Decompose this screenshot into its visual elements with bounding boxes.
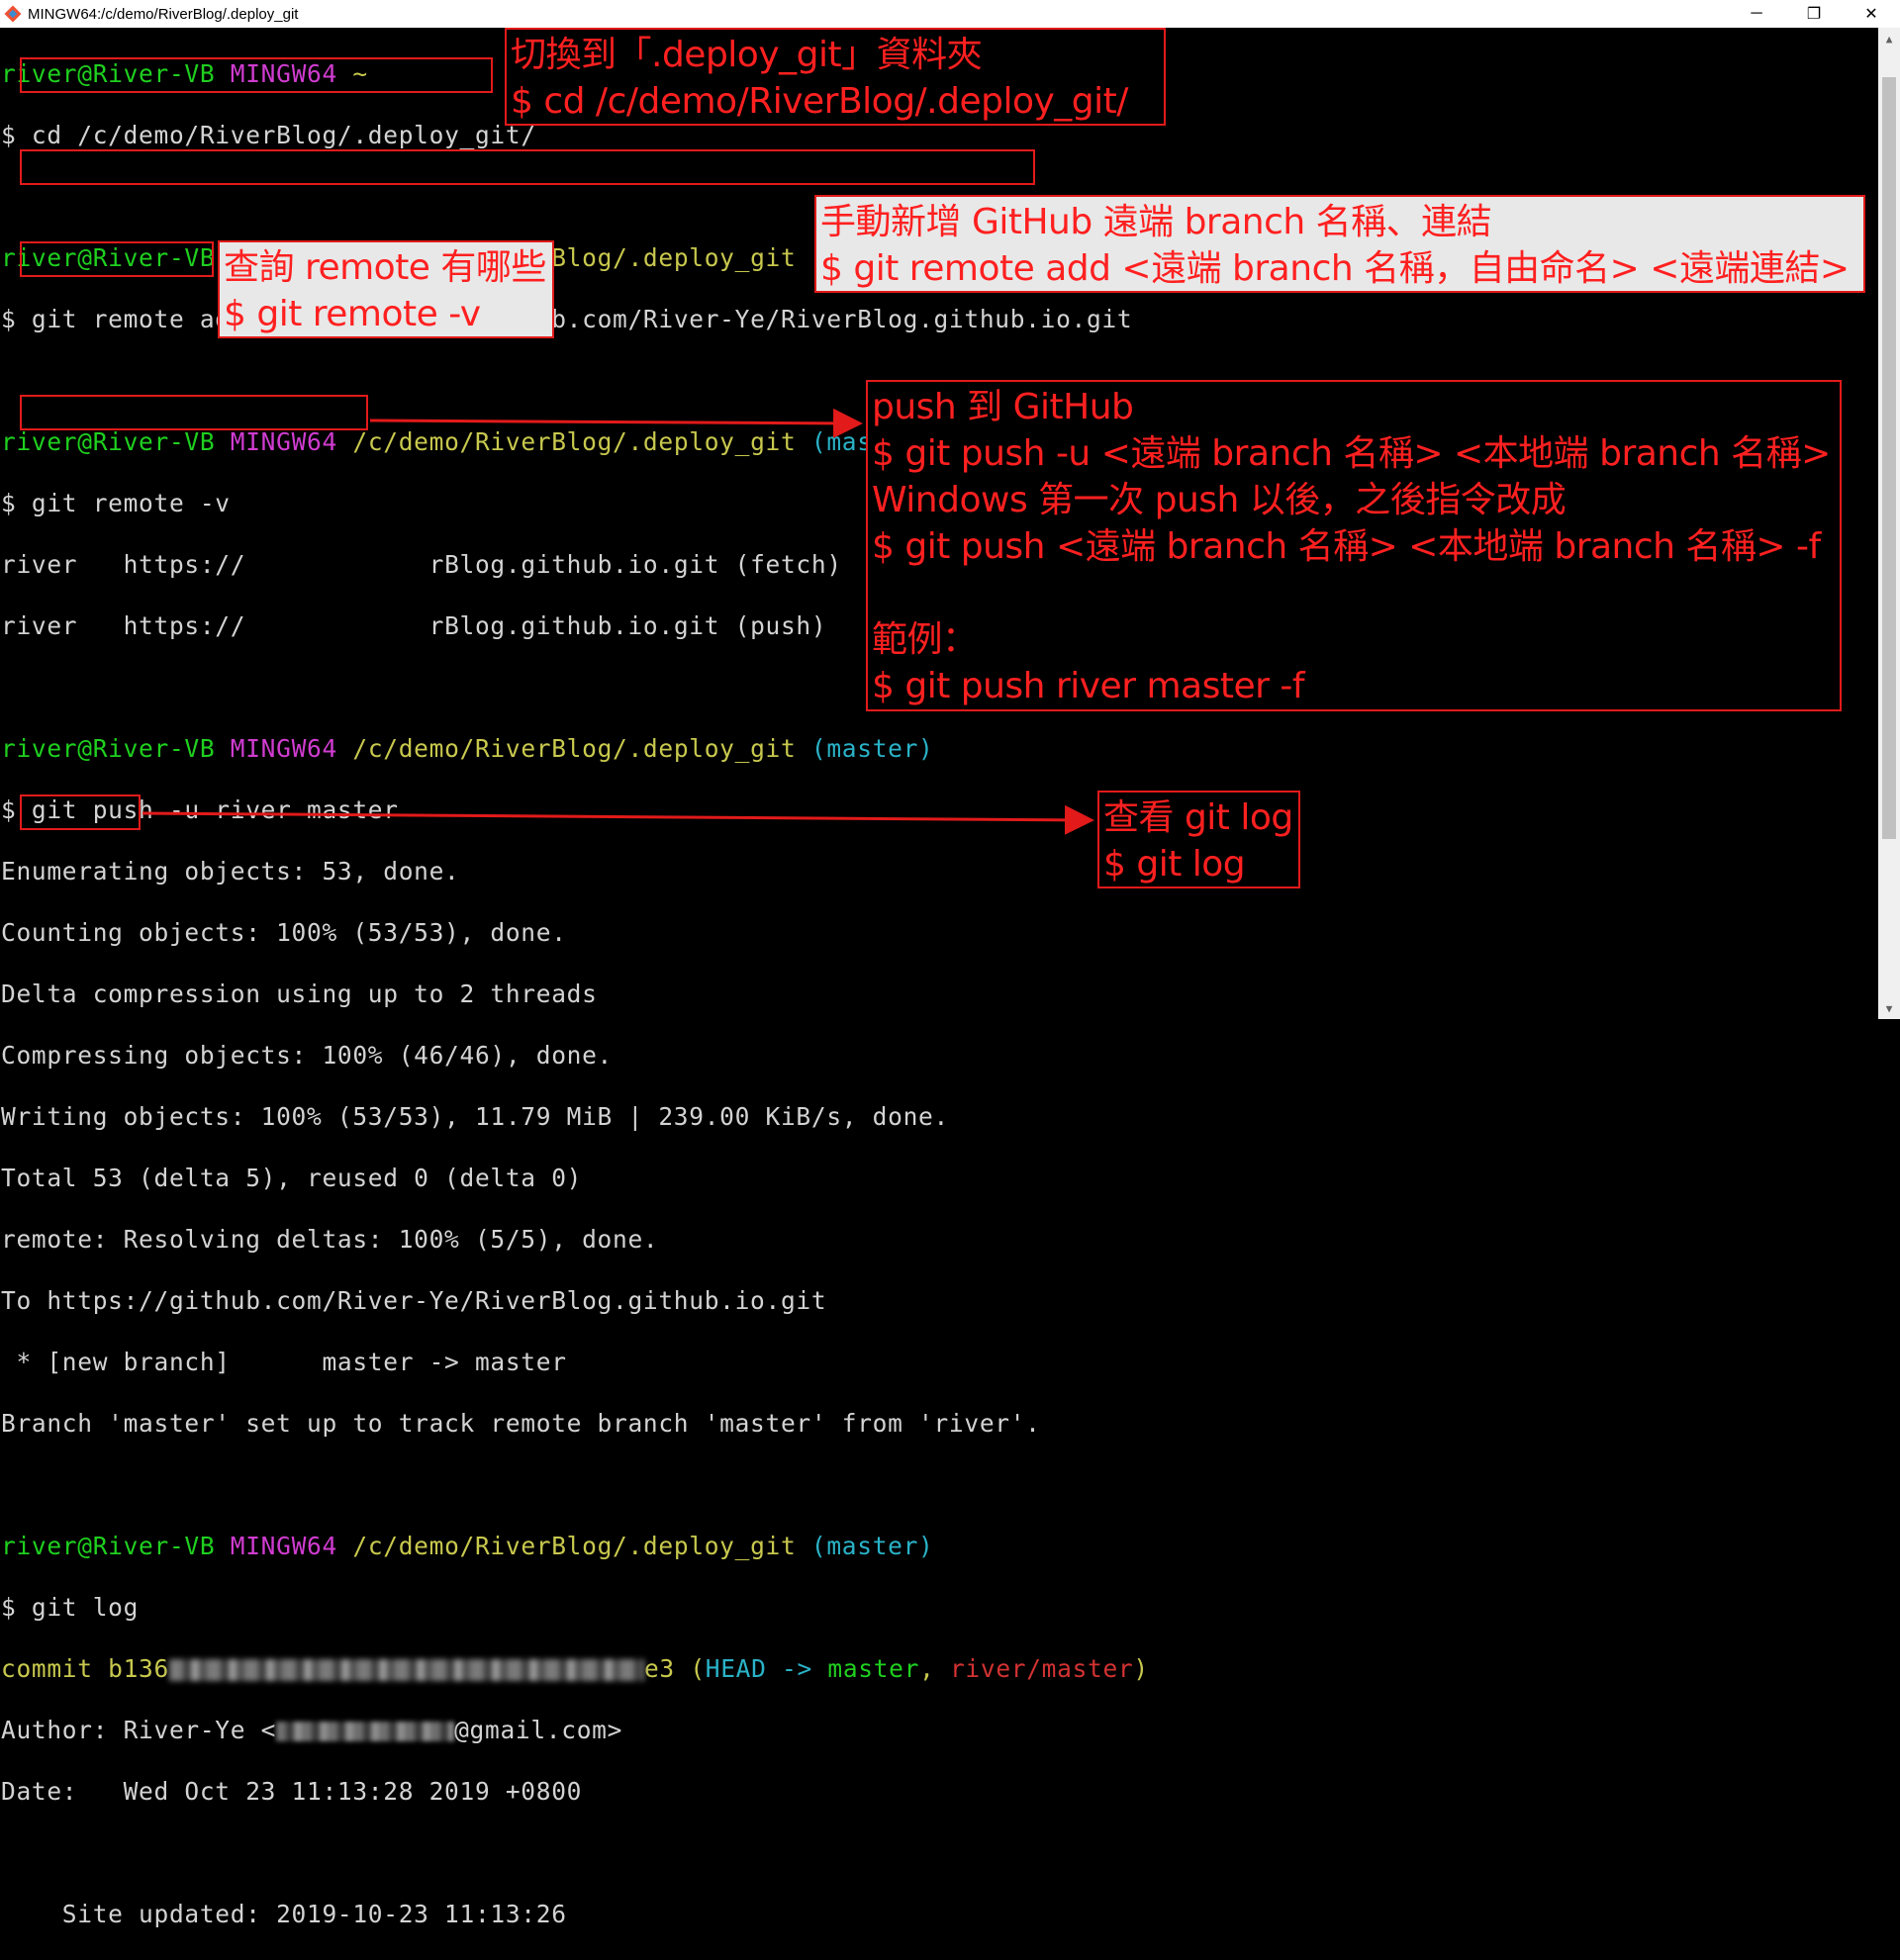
command-line: $ git push -u river master	[1, 795, 399, 824]
highlight-push	[20, 395, 368, 430]
commit-line: commit b136 e3 (HEAD -> master, river/mas…	[1, 1654, 1149, 1683]
highlight-remote-v	[20, 241, 214, 277]
prompt-line: river@River-VB MINGW64 /c/demo/RiverBlog…	[1, 734, 934, 763]
scroll-down-icon[interactable]: ▼	[1878, 997, 1900, 1019]
output-line: remote: Resolving deltas: 100% (5/5), do…	[1, 1225, 659, 1254]
scroll-up-icon[interactable]: ▲	[1878, 28, 1900, 49]
highlight-remote-add	[20, 149, 1035, 185]
maximize-button[interactable]: ❐	[1785, 0, 1843, 28]
output-line: Enumerating objects: 53, done.	[1, 857, 460, 886]
window-title: MINGW64:/c/demo/RiverBlog/.deploy_git	[28, 5, 299, 23]
window-titlebar: MINGW64:/c/demo/RiverBlog/.deploy_git ─ …	[0, 0, 1900, 28]
highlight-log	[20, 794, 141, 830]
redacted-email	[276, 1722, 455, 1741]
annotation-cd: 切換到「.deploy_git」資料夾 $ cd /c/demo/RiverBl…	[505, 28, 1166, 126]
redacted-hash	[168, 1659, 644, 1681]
date-line: Date: Wed Oct 23 11:13:28 2019 +0800	[1, 1777, 583, 1806]
close-button[interactable]: ✕	[1843, 0, 1900, 28]
scrollbar-thumb[interactable]	[1882, 77, 1896, 839]
command-line: $ git log	[1, 1593, 140, 1622]
output-line: Counting objects: 100% (53/53), done.	[1, 918, 567, 947]
cmd-log: git log	[31, 1593, 140, 1622]
output-line: To https://github.com/River-Ye/RiverBlog…	[1, 1286, 827, 1315]
prompt-line: river@River-VB MINGW64 /c/demo/RiverBlog…	[1, 1532, 934, 1560]
output-line: Branch 'master' set up to track remote b…	[1, 1409, 1041, 1438]
annotation-log: 查看 git log $ git log	[1097, 791, 1300, 888]
cmd-remote-add: git remote add river https://github.com/…	[31, 305, 1133, 333]
output-line: Total 53 (delta 5), reused 0 (delta 0)	[1, 1164, 583, 1192]
vertical-scrollbar[interactable]: ▲ ▼	[1878, 28, 1900, 1019]
annotation-push: push 到 GitHub $ git push -u <遠端 branch 名…	[866, 380, 1842, 711]
author-line: Author: River-Ye < @gmail.com>	[1, 1716, 623, 1744]
minimize-button[interactable]: ─	[1728, 0, 1785, 28]
annotation-remote-add: 手動新增 GitHub 遠端 branch 名稱、連結 $ git remote…	[814, 195, 1865, 293]
highlight-cd	[20, 57, 493, 93]
cmd-remote-v: git remote -v	[31, 489, 231, 517]
git-bash-icon	[4, 5, 22, 23]
annotation-remote-v: 查詢 remote 有哪些 $ git remote -v	[218, 240, 554, 338]
output-line: Writing objects: 100% (53/53), 11.79 MiB…	[1, 1102, 949, 1131]
output-line: Compressing objects: 100% (46/46), done.	[1, 1041, 614, 1070]
output-line: Delta compression using up to 2 threads	[1, 980, 598, 1008]
output-line: * [new branch] master -> master	[1, 1348, 567, 1376]
commit-message: Site updated: 2019-10-23 11:13:26	[1, 1900, 567, 1928]
cmd-cd: cd /c/demo/RiverBlog/.deploy_git/	[31, 121, 536, 149]
